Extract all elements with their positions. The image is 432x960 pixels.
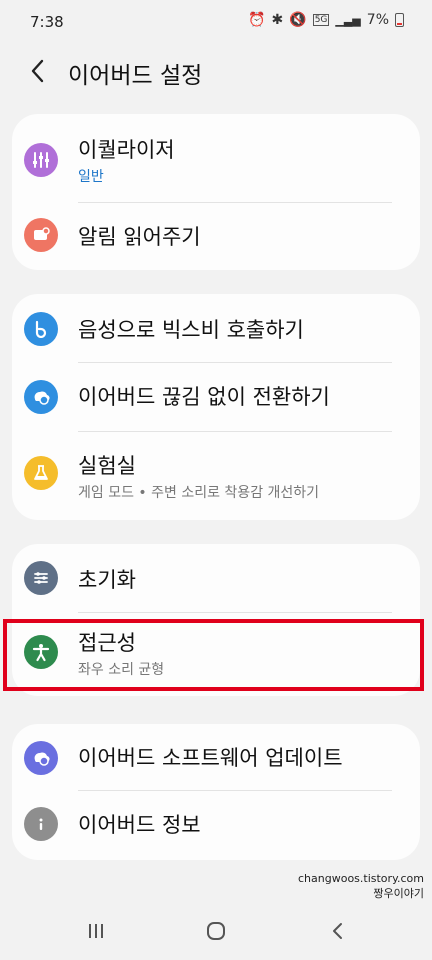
chevron-left-icon (31, 59, 44, 83)
recent-apps-button[interactable] (76, 918, 116, 944)
software-update-icon (24, 741, 58, 775)
network-label: 5G (312, 14, 330, 26)
status-bar: 7:38 ⏰ ✱ 🔇 5G ▁▃▅ 7% (0, 0, 432, 44)
back-icon (333, 923, 342, 939)
signal-icon: ▁▃▅ (335, 13, 361, 27)
info-icon (24, 807, 58, 841)
page-title: 이어버드 설정 (68, 63, 203, 89)
equalizer-icon (24, 143, 58, 177)
watermark: changwoos.tistory.com 짱우이야기 (298, 871, 424, 901)
seamless-switch-row[interactable]: 이어버드 끊김 없이 전환하기 (12, 363, 420, 431)
settings-group-2: 음성으로 빅스비 호출하기 이어버드 끊김 없이 전환하기 실험실 게임 모드 … (12, 294, 420, 520)
home-icon (207, 922, 225, 940)
equalizer-label: 이퀄라이저 (78, 138, 175, 162)
reset-sliders-icon (24, 561, 58, 595)
bluetooth-icon: ✱ (271, 12, 284, 28)
bixby-icon (24, 312, 58, 346)
settings-group-4: 이어버드 소프트웨어 업데이트 이어버드 정보 (12, 724, 420, 860)
home-button[interactable] (196, 918, 236, 944)
read-notifications-label: 알림 읽어주기 (78, 225, 201, 249)
mute-icon: 🔇 (289, 12, 307, 28)
battery-percent: 7% (366, 12, 389, 28)
bixby-label: 음성으로 빅스비 호출하기 (78, 318, 304, 342)
navigation-bar (0, 900, 432, 960)
recent-apps-icon (89, 924, 103, 938)
seamless-switch-label: 이어버드 끊김 없이 전환하기 (78, 385, 330, 409)
software-update-label: 이어버드 소프트웨어 업데이트 (78, 746, 343, 770)
equalizer-value: 일반 (78, 169, 104, 185)
earbuds-info-row[interactable]: 이어버드 정보 (12, 791, 420, 857)
alarm-icon: ⏰ (248, 12, 266, 28)
back-button[interactable] (26, 56, 52, 86)
labs-description: 게임 모드 • 주변 소리로 착용감 개선하기 (78, 485, 320, 501)
watermark-url: changwoos.tistory.com (298, 872, 424, 885)
notification-icon (24, 218, 58, 252)
status-icons: ⏰ ✱ 🔇 5G ▁▃▅ 7% (248, 12, 404, 28)
reset-label: 초기화 (78, 568, 136, 592)
battery-icon (395, 13, 404, 27)
app-header: 이어버드 설정 (0, 44, 432, 104)
watermark-name: 짱우이야기 (373, 887, 424, 900)
earbuds-info-label: 이어버드 정보 (78, 813, 201, 837)
status-time: 7:38 (30, 13, 64, 31)
labs-label: 실험실 (78, 454, 136, 478)
equalizer-row[interactable]: 이퀄라이저 일반 (12, 126, 420, 202)
back-nav-button[interactable] (318, 918, 358, 944)
bixby-row[interactable]: 음성으로 빅스비 호출하기 (12, 294, 420, 362)
settings-group-1: 이퀄라이저 일반 알림 읽어주기 (12, 114, 420, 270)
read-notifications-row[interactable]: 알림 읽어주기 (12, 203, 420, 267)
seamless-switch-icon (24, 380, 58, 414)
lab-flask-icon (24, 456, 58, 490)
reset-row[interactable]: 초기화 (12, 544, 420, 612)
software-update-row[interactable]: 이어버드 소프트웨어 업데이트 (12, 724, 420, 790)
accessibility-highlight-box (3, 619, 424, 691)
labs-row[interactable]: 실험실 게임 모드 • 주변 소리로 착용감 개선하기 (12, 432, 420, 518)
